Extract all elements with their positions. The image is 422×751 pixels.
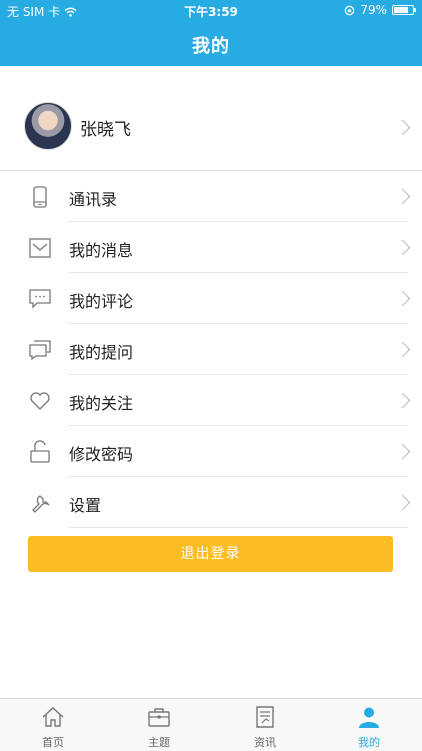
page-title: 我的 (192, 36, 230, 57)
menu-item-label: 我的消息 (69, 241, 134, 260)
menu-item-settings[interactable]: 设置 (0, 477, 422, 528)
menu-item-comments[interactable]: 我的评论 (0, 273, 422, 324)
phone-icon (33, 186, 47, 208)
menu-item-messages[interactable]: 我的消息 (0, 222, 422, 273)
logout-button[interactable]: 退出登录 (28, 536, 393, 572)
menu-item-label: 我的关注 (69, 394, 134, 413)
tab-label: 我的 (358, 736, 380, 749)
chevron-right-icon (394, 239, 411, 256)
chevron-right-icon (394, 443, 411, 460)
tab-home[interactable]: 首页 (0, 699, 106, 751)
divider (68, 527, 408, 528)
lock-icon (30, 440, 50, 463)
person-icon (359, 707, 379, 728)
chevron-right-icon (394, 188, 411, 205)
chevron-right-icon (394, 494, 411, 511)
home-icon (42, 707, 64, 727)
chevron-right-icon (394, 119, 411, 136)
avatar (24, 102, 72, 150)
menu-item-label: 通讯录 (69, 190, 118, 209)
menu-item-label: 我的评论 (69, 292, 134, 311)
battery-icon (392, 5, 416, 15)
tab-topics[interactable]: 主题 (106, 699, 212, 751)
chevron-right-icon (394, 392, 411, 409)
envelope-icon (29, 238, 51, 258)
status-bar: 无 SIM 卡 下午3:59 79% (0, 0, 422, 20)
chevron-right-icon (394, 290, 411, 307)
wrench-icon (32, 495, 50, 513)
tab-label: 首页 (42, 736, 64, 749)
tab-news[interactable]: 资讯 (212, 699, 318, 751)
menu-list: 通讯录 我的消息 我的评论 我的提问 我的关注 修改密码 设置 (0, 171, 422, 528)
chevron-right-icon (394, 341, 411, 358)
profile-name: 张晓飞 (80, 120, 131, 140)
question-chat-icon (29, 340, 51, 361)
document-icon (256, 706, 274, 728)
comment-icon (29, 289, 51, 309)
tab-label: 主题 (148, 736, 170, 749)
menu-item-label: 设置 (69, 496, 102, 515)
menu-item-change-password[interactable]: 修改密码 (0, 426, 422, 477)
header-bar: 无 SIM 卡 下午3:59 79% 我的 (0, 0, 422, 66)
heart-icon (30, 392, 50, 410)
menu-item-contacts[interactable]: 通讯录 (0, 171, 422, 222)
battery-percent: 79% (360, 3, 387, 17)
profile-row[interactable]: 张晓飞 (0, 99, 422, 171)
content-area: 张晓飞 通讯录 我的消息 我的评论 我的提问 我的关注 修改密码 设置 退出登录 (0, 66, 422, 698)
menu-item-questions[interactable]: 我的提问 (0, 324, 422, 375)
briefcase-icon (148, 708, 170, 727)
tab-me[interactable]: 我的 (316, 699, 422, 751)
rotation-lock-icon (344, 5, 355, 15)
tab-label: 资讯 (254, 736, 276, 749)
menu-item-label: 我的提问 (69, 343, 134, 362)
menu-item-label: 修改密码 (69, 445, 134, 464)
tab-bar: 首页 主题 资讯 我的 (0, 698, 422, 751)
menu-item-follows[interactable]: 我的关注 (0, 375, 422, 426)
